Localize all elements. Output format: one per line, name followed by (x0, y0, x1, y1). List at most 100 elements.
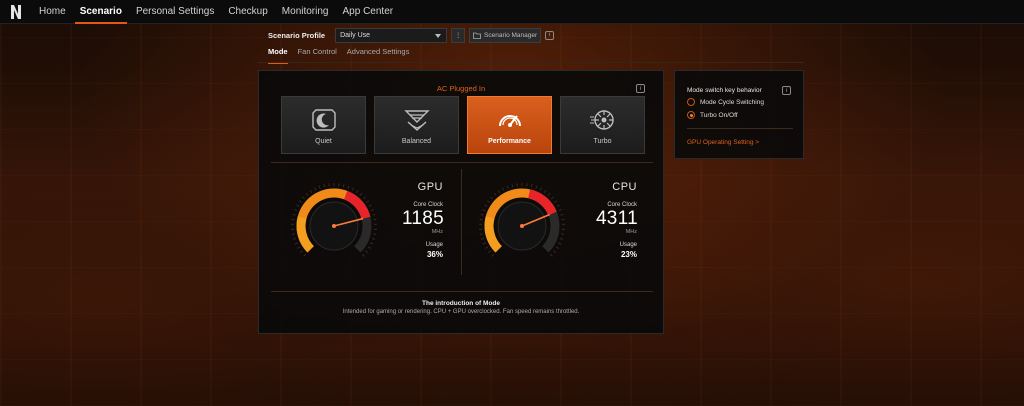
tab-advanced-settings[interactable]: Advanced Settings (347, 47, 410, 61)
cpu-gauge-tick (491, 253, 495, 257)
gpu-gauge-tick (368, 204, 372, 207)
cpu-gauge-tick (549, 253, 553, 257)
gpu-gauge-tick (365, 250, 369, 254)
cpu-usage-label: Usage (619, 242, 637, 248)
mode-intro-title: The introduction of Mode (422, 300, 500, 307)
chevron-down-icon (435, 33, 442, 38)
cpu-gauge-tick (535, 185, 538, 189)
radio-button[interactable] (687, 98, 695, 106)
cpu-gauge-tick (553, 250, 557, 254)
gpu-gauge-tick (359, 192, 363, 196)
gpu-gauge-tick (347, 185, 350, 189)
gpu-gauge-tick (361, 253, 365, 257)
cpu-gauge-tick (480, 237, 485, 240)
option-label: Turbo On/Off (700, 111, 738, 119)
cpu-gauge-tick (497, 189, 501, 194)
divider (687, 128, 793, 129)
cpu-gauge-tick (543, 189, 547, 194)
cpu-gauge-tick (502, 187, 505, 191)
gpu-gauge-tick (366, 200, 370, 203)
cpu-gauge-tick (482, 209, 486, 212)
cpu-title: CPU (612, 181, 637, 193)
mode-intro-text: Intended for gaming or rendering. CPU + … (342, 309, 580, 315)
speedometer-icon (499, 115, 521, 127)
mode-quiet-button[interactable]: Quiet (281, 96, 366, 154)
mode-selector: Quiet Balanced Performance Turbo (281, 96, 645, 154)
gpu-usage-label: Usage (425, 242, 443, 248)
scenario-manager-button[interactable]: Scenario Manager (469, 27, 542, 43)
option-turbo-on-off[interactable]: Turbo On/Off (687, 111, 738, 119)
cpu-monitor: CPU Core Clock 4311 MHz Usage 23% (467, 171, 657, 281)
gpu-gauge-tick (298, 200, 302, 203)
nav-checkup[interactable]: Checkup (221, 0, 274, 24)
more-options-button[interactable]: ⋮ (451, 27, 466, 43)
info-icon[interactable]: i (782, 86, 791, 95)
gpu-gauge-tick (302, 196, 305, 200)
cpu-gauge-tick (490, 196, 493, 200)
moon-icon (312, 109, 336, 131)
option-label: Mode Cycle Switching (700, 98, 764, 106)
nav-home[interactable]: Home (32, 0, 73, 24)
cpu-gauge-tick (506, 185, 509, 189)
tab-divider (258, 62, 804, 63)
mode-switch-panel: Mode switch key behavior i Mode Cycle Sw… (674, 70, 804, 159)
kebab-icon: ⋮ (454, 32, 462, 39)
gpu-gauge-tick (314, 187, 317, 191)
cpu-gauge-tick (559, 237, 564, 240)
cpu-gauge-tick (480, 213, 484, 216)
nav-monitoring[interactable]: Monitoring (275, 0, 336, 24)
top-navigation: Home Scenario Personal Settings Checkup … (0, 0, 1024, 24)
gpu-gauge-tick (342, 184, 345, 188)
chevrons-icon (404, 110, 430, 131)
info-icon[interactable]: i (545, 30, 555, 40)
cpu-clock-value: 4311 (595, 208, 638, 229)
nav-scenario[interactable]: Scenario (73, 0, 129, 24)
cpu-usage-value: 23% (620, 250, 637, 259)
mode-turbo-button[interactable]: Turbo (560, 96, 645, 154)
divider (271, 162, 653, 163)
power-status-label: AC Plugged In (436, 84, 486, 93)
tab-fan-control[interactable]: Fan Control (298, 47, 337, 61)
cpu-gauge-tick (558, 242, 562, 245)
gpu-gauge-tick (363, 196, 366, 200)
gpu-title: GPU (417, 181, 443, 193)
gpu-gauge-needle-pivot (332, 224, 336, 228)
nav-app-center[interactable]: App Center (336, 0, 401, 24)
gpu-gauge-tick (309, 189, 313, 194)
scenario-profile-select[interactable]: Daily Use (335, 27, 448, 43)
gpu-gauge-tick (370, 242, 374, 245)
option-mode-cycle-switching[interactable]: Mode Cycle Switching (687, 98, 764, 106)
mode-quiet-label: Quiet (315, 138, 332, 145)
mode-panel: AC Plugged In i Quiet Balanced Performan… (258, 70, 664, 334)
cpu-gauge-tick (547, 192, 551, 196)
gpu-usage-value: 36% (426, 250, 443, 259)
radio-button-checked[interactable] (687, 111, 695, 119)
cpu-gauge-tick (487, 250, 491, 254)
gpu-gauge-tick (299, 250, 303, 254)
scenario-profile-value: Daily Use (340, 31, 371, 39)
gpu-gauge-tick (355, 189, 359, 194)
app-logo (0, 0, 32, 24)
info-icon[interactable]: i (636, 84, 645, 93)
cpu-gauge-tick (485, 246, 489, 249)
gpu-gauge-tick (373, 233, 377, 235)
gpu-usage-arc-highlight (296, 216, 315, 253)
gpu-usage-gauge (291, 183, 377, 257)
tab-mode[interactable]: Mode (268, 47, 288, 64)
scenario-manager-label: Scenario Manager (484, 31, 538, 39)
mode-performance-button[interactable]: Performance (467, 96, 552, 154)
divider (271, 291, 653, 292)
gpu-clock-unit: MHz (431, 229, 443, 235)
gpu-gauge-tick (294, 209, 298, 212)
cpu-usage-gauge (479, 183, 565, 257)
cpu-gauge-tick (555, 246, 559, 249)
scenario-profile-row: Scenario Profile Daily Use ⋮ Scenario Ma… (268, 26, 555, 44)
folder-icon (473, 32, 481, 39)
mode-balanced-button[interactable]: Balanced (374, 96, 459, 154)
nav-personal-settings[interactable]: Personal Settings (129, 0, 221, 24)
cpu-gauge-tick (556, 204, 560, 207)
gpu-operating-setting-link[interactable]: GPU Operating Setting > (687, 139, 759, 146)
gpu-gauge-tick (305, 192, 309, 196)
cpu-gauge-tick (560, 213, 564, 216)
cpu-gauge-tick (479, 233, 483, 235)
